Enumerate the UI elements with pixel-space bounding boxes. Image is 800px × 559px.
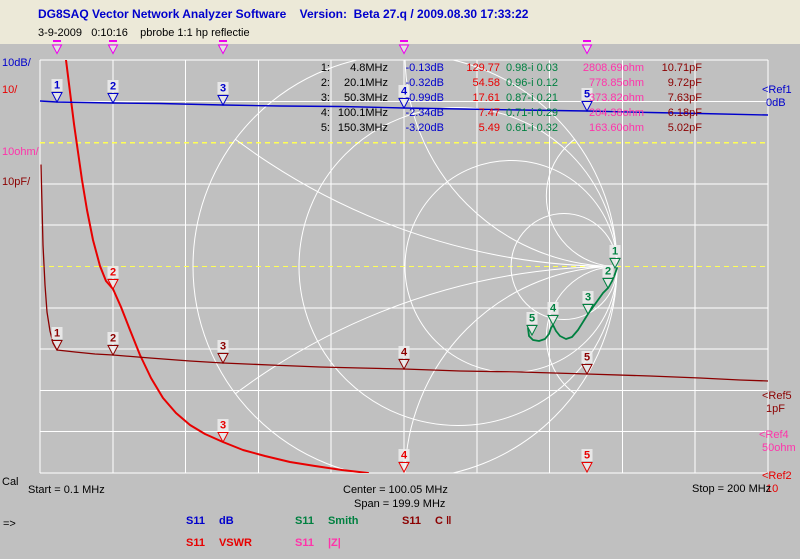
ref1-arrow: <Ref1 bbox=[762, 84, 800, 97]
app-title: DG8SAQ Vector Network Analyzer Software … bbox=[38, 7, 528, 21]
marker-cell-smith-2: 0.96-i 0.12 bbox=[506, 77, 570, 89]
marker-cell-pf-2: 9.72pF bbox=[650, 77, 702, 89]
marker-cell-smith-3: 0.87-i 0.21 bbox=[506, 92, 570, 104]
marker-cell-pf-1: 10.71pF bbox=[650, 62, 702, 74]
svg-text:5: 5 bbox=[529, 313, 535, 325]
svg-text:5: 5 bbox=[584, 352, 590, 364]
scale-label-pf: 10pF/ bbox=[2, 176, 30, 188]
ref4-value: 50ohm bbox=[759, 442, 797, 455]
scale-label-ohm: 10ohm/ bbox=[2, 146, 39, 158]
marker-cell-ohm-2: 778.85ohm bbox=[568, 77, 644, 89]
legend-s11-db-name: dB bbox=[219, 515, 234, 527]
svg-text:3: 3 bbox=[220, 341, 226, 353]
ref4-arrow: <Ref4 bbox=[759, 429, 797, 442]
marker-cell-vswr-2: 54.58 bbox=[448, 77, 500, 89]
ref5-value: 1pF bbox=[762, 403, 800, 416]
ref4-label: <Ref450ohm bbox=[759, 429, 797, 455]
span-freq-label: Span = 199.9 MHz bbox=[354, 498, 445, 510]
legend-s11-db-port: S11 bbox=[186, 515, 205, 527]
svg-text:4: 4 bbox=[401, 450, 408, 462]
legend-s11-c-port: S11 bbox=[402, 515, 421, 527]
svg-text:2: 2 bbox=[110, 267, 116, 279]
marker-cell-vswr-5: 5.49 bbox=[448, 122, 500, 134]
legend-s11-smith-name: Smith bbox=[328, 515, 359, 527]
marker-cell-smith-4: 0.71-i 0.29 bbox=[506, 107, 570, 119]
marker-cell-ohm-1: 2808.69ohm bbox=[568, 62, 644, 74]
center-freq-label: Center = 100.05 MHz bbox=[343, 484, 448, 496]
marker-cell-vswr-1: 129.77 bbox=[448, 62, 500, 74]
prompt-label: => bbox=[3, 518, 16, 530]
svg-text:4: 4 bbox=[550, 303, 557, 315]
marker-cell-freq-1: 4.8MHz bbox=[330, 62, 388, 74]
svg-text:1: 1 bbox=[54, 80, 60, 92]
legend-s11-smith[interactable]: S11 Smith bbox=[295, 515, 373, 527]
marker-cell-pf-4: 6.18pF bbox=[650, 107, 702, 119]
legend-s11-c-name: C ‖ bbox=[435, 515, 451, 527]
marker-cell-idx-1: 1: bbox=[306, 62, 330, 74]
marker-cell-idx-2: 2: bbox=[306, 77, 330, 89]
ref2-arrow: <Ref2 bbox=[762, 470, 800, 483]
svg-text:1: 1 bbox=[612, 246, 618, 258]
ref1-label: <Ref10dB bbox=[762, 84, 800, 110]
marker-cell-ohm-5: 163.60ohm bbox=[568, 122, 644, 134]
marker-cell-vswr-4: 7.47 bbox=[448, 107, 500, 119]
marker-cell-ohm-4: 204.38ohm bbox=[568, 107, 644, 119]
scale-label-vswr: 10/ bbox=[2, 84, 17, 96]
marker-cell-idx-3: 3: bbox=[306, 92, 330, 104]
marker-cell-idx-4: 4: bbox=[306, 107, 330, 119]
marker-cell-idx-5: 5: bbox=[306, 122, 330, 134]
svg-text:3: 3 bbox=[220, 83, 226, 95]
legend-s11-smith-port: S11 bbox=[295, 515, 314, 527]
marker-cell-smith-5: 0.61-i 0.32 bbox=[506, 122, 570, 134]
marker-cell-db-3: -0.99dB bbox=[392, 92, 444, 104]
legend-s11-vswr[interactable]: S11 VSWR bbox=[186, 537, 266, 549]
legend-s11-z-port: S11 bbox=[295, 537, 314, 549]
svg-text:2: 2 bbox=[110, 81, 116, 93]
marker-cell-db-1: -0.13dB bbox=[392, 62, 444, 74]
legend-s11-c[interactable]: S11 C ‖ bbox=[402, 515, 465, 527]
scale-label-db: 10dB/ bbox=[2, 57, 31, 69]
cal-label: Cal bbox=[2, 476, 19, 488]
marker-cell-db-5: -3.20dB bbox=[392, 122, 444, 134]
marker-cell-pf-3: 7.63pF bbox=[650, 92, 702, 104]
svg-text:1: 1 bbox=[54, 328, 60, 340]
stop-freq-label: Stop = 200 MHz bbox=[692, 483, 771, 495]
marker-cell-pf-5: 5.02pF bbox=[650, 122, 702, 134]
marker-cell-freq-2: 20.1MHz bbox=[330, 77, 388, 89]
marker-cell-freq-3: 50.3MHz bbox=[330, 92, 388, 104]
legend-s11-vswr-name: VSWR bbox=[219, 537, 252, 549]
marker-cell-smith-1: 0.98-i 0.03 bbox=[506, 62, 570, 74]
title-bar: DG8SAQ Vector Network Analyzer Software … bbox=[0, 0, 800, 44]
marker-cell-freq-4: 100.1MHz bbox=[330, 107, 388, 119]
svg-text:4: 4 bbox=[401, 347, 408, 359]
svg-text:2: 2 bbox=[110, 333, 116, 345]
ref1-value: 0dB bbox=[762, 97, 800, 110]
svg-text:5: 5 bbox=[584, 450, 590, 462]
ref5-label: <Ref51pF bbox=[762, 390, 800, 416]
marker-cell-db-2: -0.32dB bbox=[392, 77, 444, 89]
marker-cell-ohm-3: 373.82ohm bbox=[568, 92, 644, 104]
legend-s11-vswr-port: S11 bbox=[186, 537, 205, 549]
marker-cell-freq-5: 150.3MHz bbox=[330, 122, 388, 134]
svg-text:3: 3 bbox=[585, 292, 591, 304]
svg-text:2: 2 bbox=[605, 266, 611, 278]
legend-s11-db[interactable]: S11 dB bbox=[186, 515, 248, 527]
marker-cell-db-4: -2.34dB bbox=[392, 107, 444, 119]
marker-cell-vswr-3: 17.61 bbox=[448, 92, 500, 104]
info-line: 3-9-2009 0:10:16 pbrobe 1:1 hp reflectie bbox=[38, 27, 250, 39]
legend-s11-z[interactable]: S11 |Z| bbox=[295, 537, 355, 549]
ref5-arrow: <Ref5 bbox=[762, 390, 800, 403]
start-freq-label: Start = 0.1 MHz bbox=[28, 484, 105, 496]
legend-s11-z-name: |Z| bbox=[328, 537, 341, 549]
svg-text:3: 3 bbox=[220, 420, 226, 432]
